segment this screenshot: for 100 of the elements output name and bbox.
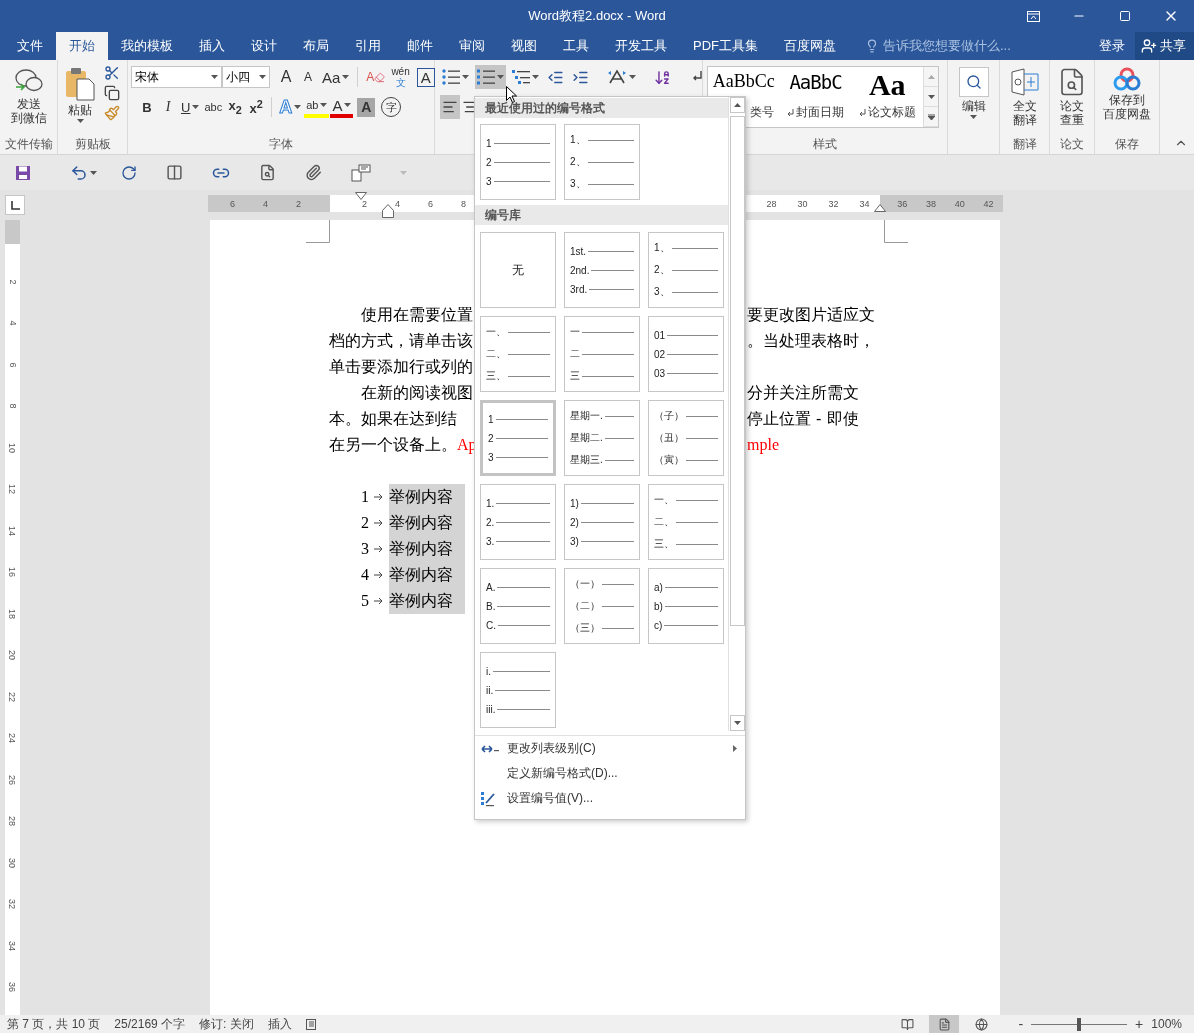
menu-item[interactable]: 设置编号值(V)... <box>475 786 745 811</box>
editing-button[interactable]: 编辑 <box>955 65 992 154</box>
ribbon-tab[interactable]: 插入 <box>186 32 238 60</box>
align-left-button[interactable] <box>440 95 460 119</box>
numbering-format-option[interactable]: （子） （丑） （寅） <box>648 400 724 476</box>
ribbon-tab[interactable]: 设计 <box>238 32 290 60</box>
font-color-button[interactable]: A <box>330 96 354 118</box>
caret-icon <box>76 119 84 123</box>
copy-icon[interactable] <box>104 85 120 101</box>
strikethrough-button[interactable]: abc <box>202 95 225 119</box>
tab-mark-icon <box>374 571 384 579</box>
cut-icon[interactable] <box>104 65 120 81</box>
font-size-field[interactable]: 小四 <box>222 66 270 88</box>
zoom-slider-thumb[interactable] <box>1077 1017 1082 1031</box>
right-indent-icon[interactable] <box>874 204 886 212</box>
track-changes-status[interactable]: 修订: 关闭 <box>199 1015 254 1033</box>
body-text: mple <box>747 436 779 453</box>
scroll-down-button[interactable] <box>924 87 938 107</box>
zoom-out-button[interactable]: - <box>1016 1016 1026 1032</box>
set-value-icon <box>481 790 495 807</box>
caret-icon <box>733 721 741 725</box>
numbering-format-option[interactable]: 一、 二、 三、 <box>648 484 724 560</box>
numbering-format-option[interactable]: 星期一. 星期二. 星期三. <box>564 400 640 476</box>
paste-button[interactable]: 粘贴 <box>62 65 98 136</box>
more-styles-button[interactable] <box>924 107 938 127</box>
ribbon-tab[interactable]: 我的模板 <box>108 32 186 60</box>
numbering-format-option[interactable]: a) b) c) <box>648 568 724 644</box>
zoom-in-button[interactable]: + <box>1133 1016 1146 1032</box>
numbering-format-option[interactable]: 1 2 3 <box>480 124 556 200</box>
ribbon-tab[interactable]: 邮件 <box>394 32 446 60</box>
menu-item[interactable]: 定义新编号格式(D)... <box>475 761 745 786</box>
ribbon-tab[interactable]: 引用 <box>342 32 394 60</box>
ruler-number: 36 <box>7 982 18 993</box>
save-to-cloud-button[interactable]: 保存到 百度网盘 <box>1100 65 1154 136</box>
caret-icon <box>90 170 97 175</box>
word-count[interactable]: 25/2169 个字 <box>114 1015 186 1033</box>
ribbon-tab[interactable]: 工具 <box>550 32 602 60</box>
view-button[interactable] <box>929 1015 960 1033</box>
numbering-format-option[interactable]: 1. 2. 3. <box>480 484 556 560</box>
numbering-format-option[interactable]: 无 <box>480 232 556 308</box>
ruler-number: 6 <box>427 198 434 209</box>
numbering-button[interactable] <box>475 65 506 89</box>
ribbon-tab[interactable]: 审阅 <box>446 32 498 60</box>
style-option[interactable]: AaBbC 封面日期 <box>779 67 852 127</box>
character-border-button[interactable]: A <box>416 67 435 87</box>
numbering-format-option[interactable]: i. ii. iii. <box>480 652 556 728</box>
macro-icon[interactable] <box>305 1018 318 1030</box>
phonetic-guide-button[interactable]: wén 文 <box>389 65 412 89</box>
scroll-up-button[interactable] <box>729 97 745 113</box>
share-button[interactable]: 共享 <box>1135 32 1194 60</box>
ribbon-tab[interactable]: 百度网盘 <box>771 32 849 60</box>
plagiarism-check-button[interactable]: 论文 查重 <box>1054 65 1090 136</box>
zoom-level[interactable]: 100% <box>1151 1017 1182 1031</box>
ruler-number: 38 <box>925 198 938 209</box>
ruler-number: 8 <box>460 198 467 209</box>
scroll-down-button[interactable] <box>729 715 745 731</box>
grow-font-button[interactable]: A <box>276 65 296 89</box>
tab-selector-button[interactable] <box>5 195 25 215</box>
first-line-indent-icon[interactable] <box>355 192 367 200</box>
italic-button[interactable]: I <box>158 95 178 119</box>
change-case-button[interactable]: Aa <box>320 65 352 89</box>
ribbon-tab[interactable]: 开始 <box>56 32 108 60</box>
numbering-format-option[interactable]: 一、 二、 三、 <box>480 316 556 392</box>
page-count[interactable]: 第 7 页，共 10 页 <box>7 1015 101 1033</box>
numbering-format-option[interactable]: A. B. C. <box>480 568 556 644</box>
ribbon-tab[interactable]: 文件 <box>4 32 56 60</box>
clear-format-button[interactable]: A <box>364 65 388 89</box>
insert-mode-status[interactable]: 插入 <box>267 1015 292 1033</box>
numbering-format-option[interactable]: （一） （二） （三） <box>564 568 640 644</box>
underline-button[interactable]: U <box>179 95 202 119</box>
tell-me-field[interactable]: 告诉我您想要做什么... <box>883 37 1011 55</box>
style-option[interactable]: Aa 论文标题 <box>851 67 924 127</box>
menu-item[interactable]: 更改列表级别(C) <box>475 736 745 761</box>
numbering-format-option[interactable]: 1、 2、 3、 <box>564 124 640 200</box>
body-text: 本。如果在达到结 <box>329 409 457 428</box>
numbering-format-option[interactable]: 1) 2) 3) <box>564 484 640 560</box>
send-to-wechat-button[interactable]: 发送 到微信 <box>7 65 50 136</box>
bold-button[interactable]: B <box>137 95 157 119</box>
character-shading-button[interactable]: A <box>357 97 376 117</box>
numbering-format-option[interactable]: 01 02 03 <box>648 316 724 392</box>
numbering-format-option[interactable]: 1、 2、 3、 <box>648 232 724 308</box>
ribbon-tab[interactable]: 视图 <box>498 32 550 60</box>
scrollbar-thumb[interactable] <box>729 116 745 626</box>
ruler-number: 36 <box>896 198 909 209</box>
body-text: 在另一个设备上。 <box>329 435 457 454</box>
sign-in-link[interactable]: 登录 <box>1089 32 1135 60</box>
tab-mark-icon <box>374 545 384 553</box>
numbering-format-option[interactable]: 一 二 三 <box>564 316 640 392</box>
numbering-format-option[interactable]: 1st. 2nd. 3rd. <box>564 232 640 308</box>
ribbon-tab[interactable]: PDF工具集 <box>680 32 771 60</box>
shrink-font-button[interactable]: A <box>298 65 318 89</box>
ribbon-tab[interactable]: 开发工具 <box>602 32 680 60</box>
numbering-format-option[interactable]: 1 2 3 <box>480 400 556 476</box>
highlight-button[interactable]: ab <box>304 96 330 118</box>
full-translate-button[interactable]: 全文 翻译 <box>1006 65 1043 136</box>
subscript-button[interactable]: x$_{2}$ <box>225 95 246 119</box>
font-name-field[interactable]: 宋体 <box>131 66 222 88</box>
superscript-button[interactable]: x$^{2}$ <box>246 95 267 119</box>
ribbon-tab[interactable]: 布局 <box>290 32 342 60</box>
hanging-indent-icon[interactable] <box>382 204 394 218</box>
